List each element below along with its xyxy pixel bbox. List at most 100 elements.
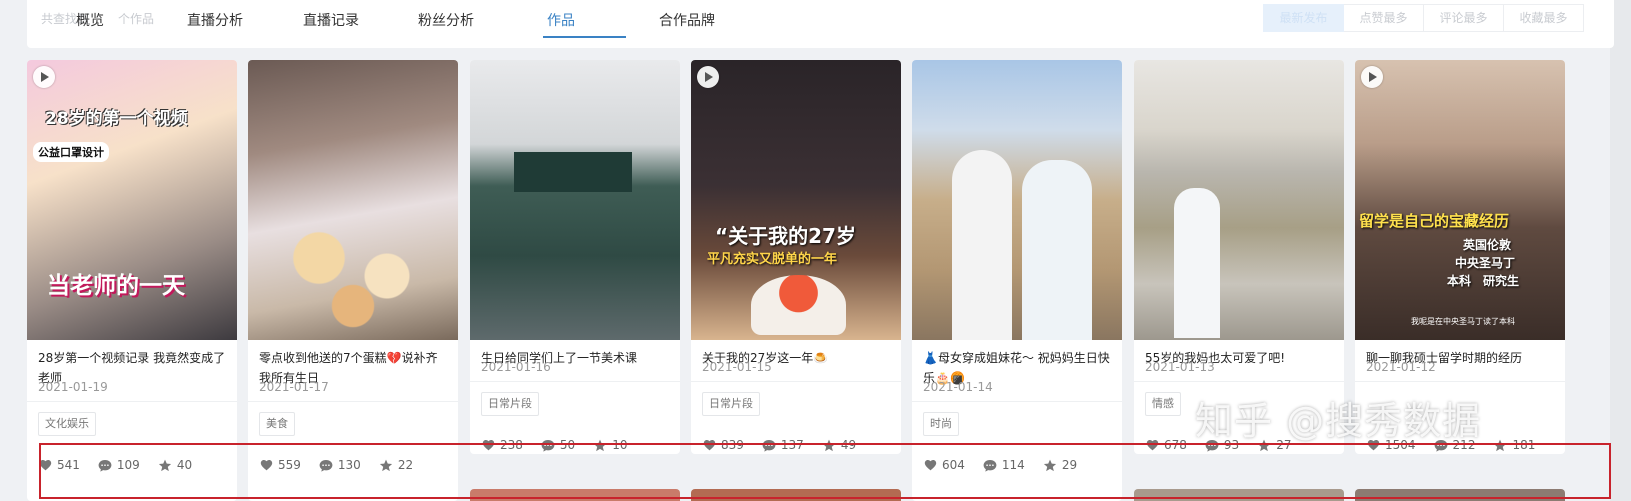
video-thumbnail[interactable]: 留学是自己的宝藏经历 英国伦敦 中央圣马丁 本科 研究生 我呢是在中央圣马丁读了… xyxy=(1355,60,1565,340)
thumbnail-overlay-text: 平凡充实又脱单的一年 xyxy=(707,252,838,267)
favorite-count: 40 xyxy=(158,458,192,472)
heart-icon xyxy=(924,460,937,471)
star-icon xyxy=(1494,439,1507,451)
video-thumbnail[interactable] xyxy=(248,60,458,340)
comment-count: 130 xyxy=(319,458,361,472)
divider xyxy=(691,381,901,382)
tab-brand-partners[interactable]: 合作品牌 xyxy=(659,10,715,30)
tab-fan-analysis[interactable]: 粉丝分析 xyxy=(418,10,474,30)
active-tab-indicator xyxy=(543,36,626,38)
cake-illustration xyxy=(751,275,846,335)
publish-date: 2021-01-13 xyxy=(1145,360,1215,374)
divider xyxy=(1134,381,1344,382)
engagement-stats: 559 130 22 xyxy=(260,458,431,472)
video-card[interactable]: 👗母女穿成姐妹花～ 祝妈妈生日快乐🎂🍘 2021-01-14 时尚 604 11… xyxy=(912,60,1122,501)
person-silhouette xyxy=(1174,188,1220,338)
like-count: 678 xyxy=(1146,438,1187,452)
engagement-stats: 604 114 29 xyxy=(924,458,1095,472)
category-tag: 时尚 xyxy=(923,412,959,436)
publish-date: 2021-01-15 xyxy=(702,360,772,374)
tab-live-analysis[interactable]: 直播分析 xyxy=(187,10,243,30)
comment-icon xyxy=(541,439,555,452)
video-thumbnail[interactable] xyxy=(912,60,1122,340)
sort-options: 最新发布 点赞最多 评论最多 收藏最多 xyxy=(1263,4,1584,32)
divider xyxy=(248,401,458,402)
video-card[interactable]: “关于我的27岁 平凡充实又脱单的一年 关于我的27岁这一年🍮 2021-01-… xyxy=(691,60,901,454)
blackboard xyxy=(514,152,632,192)
like-count: 238 xyxy=(482,438,523,452)
thumbnail-overlay-text: 本科 研究生 xyxy=(1447,274,1520,288)
play-icon[interactable] xyxy=(1361,66,1383,88)
favorite-count: 22 xyxy=(379,458,413,472)
tab-overview[interactable]: 概览 xyxy=(76,10,104,30)
publish-date: 2021-01-17 xyxy=(259,380,329,394)
publish-date: 2021-01-14 xyxy=(923,380,993,394)
publish-date: 2021-01-16 xyxy=(481,360,551,374)
heart-icon xyxy=(703,440,716,451)
video-thumbnail[interactable]: “关于我的27岁 平凡充实又脱单的一年 xyxy=(691,60,901,340)
video-card[interactable]: 28岁的第一个视频 公益口罩设计 当老师的一天 28岁第一个视频记录 我竟然变成… xyxy=(27,60,237,501)
thumbnail-overlay-text: 英国伦敦 xyxy=(1463,238,1512,252)
comment-count: 109 xyxy=(98,458,140,472)
next-row-thumbnail[interactable] xyxy=(1134,489,1344,501)
sort-most-commented-button[interactable]: 评论最多 xyxy=(1424,4,1504,32)
engagement-stats: 238 50 10 xyxy=(482,438,645,452)
sort-most-favorited-button[interactable]: 收藏最多 xyxy=(1504,4,1584,32)
heart-icon xyxy=(482,440,495,451)
video-thumbnail[interactable]: 28岁的第一个视频 公益口罩设计 当老师的一天 xyxy=(27,60,237,340)
star-icon xyxy=(379,459,392,471)
thumbnail-overlay-text: 中央圣马丁 xyxy=(1455,256,1516,270)
tab-works[interactable]: 作品 xyxy=(547,10,575,30)
comment-count: 137 xyxy=(762,438,804,452)
comment-icon xyxy=(98,459,112,472)
watermark: 知乎 @搜秀数据 xyxy=(1195,399,1482,443)
engagement-stats: 839 137 49 xyxy=(703,438,874,452)
thumbnail-overlay-text: 公益口罩设计 xyxy=(33,142,109,162)
result-count-suffix: 个作品 xyxy=(118,12,155,26)
favorite-count: 49 xyxy=(822,438,856,452)
star-icon xyxy=(822,439,835,451)
comment-icon xyxy=(319,459,333,472)
video-thumbnail[interactable] xyxy=(1134,60,1344,340)
next-row-thumbnail[interactable] xyxy=(691,489,901,501)
like-count: 559 xyxy=(260,458,301,472)
star-icon xyxy=(594,439,607,451)
star-icon xyxy=(1043,459,1056,471)
divider xyxy=(470,381,680,382)
comment-icon xyxy=(762,439,776,452)
next-row-thumbnail[interactable] xyxy=(1355,489,1565,501)
divider xyxy=(27,401,237,402)
sort-latest-button[interactable]: 最新发布 xyxy=(1263,4,1344,32)
thumbnail-overlay-text: 当老师的一天 xyxy=(47,273,185,299)
category-tag: 文化娱乐 xyxy=(38,412,96,436)
heart-icon xyxy=(1146,440,1159,451)
favorite-count: 181 xyxy=(1493,438,1535,452)
category-tag: 美食 xyxy=(259,412,295,436)
sort-most-liked-button[interactable]: 点赞最多 xyxy=(1344,4,1424,32)
divider xyxy=(912,401,1122,402)
next-row-thumbnail[interactable] xyxy=(470,489,680,501)
tab-live-records[interactable]: 直播记录 xyxy=(303,10,359,30)
play-icon[interactable] xyxy=(33,66,55,88)
category-tag: 日常片段 xyxy=(702,392,760,416)
publish-date: 2021-01-12 xyxy=(1366,360,1436,374)
like-count: 839 xyxy=(703,438,744,452)
favorite-count: 10 xyxy=(593,438,627,452)
person-silhouette xyxy=(1022,160,1092,340)
category-tag: 情感 xyxy=(1145,392,1181,416)
divider xyxy=(1355,381,1565,382)
star-icon xyxy=(158,459,171,471)
comment-count: 114 xyxy=(983,458,1025,472)
thumbnail-overlay-text: 28岁的第一个视频 xyxy=(45,109,188,129)
like-count: 541 xyxy=(39,458,80,472)
publish-date: 2021-01-19 xyxy=(38,380,108,394)
video-card[interactable]: 零点收到他送的7个蛋糕💔说补齐我所有生日 2021-01-17 美食 559 1… xyxy=(248,60,458,501)
video-card[interactable]: 生日给同学们上了一节美术课 2021-01-16 日常片段 238 50 10 xyxy=(470,60,680,454)
person-silhouette xyxy=(952,150,1012,340)
comment-count: 50 xyxy=(541,438,575,452)
video-thumbnail[interactable] xyxy=(470,60,680,340)
engagement-stats: 541 109 40 xyxy=(39,458,210,472)
page-edge xyxy=(1610,0,1631,501)
play-icon[interactable] xyxy=(697,66,719,88)
comment-icon xyxy=(983,459,997,472)
